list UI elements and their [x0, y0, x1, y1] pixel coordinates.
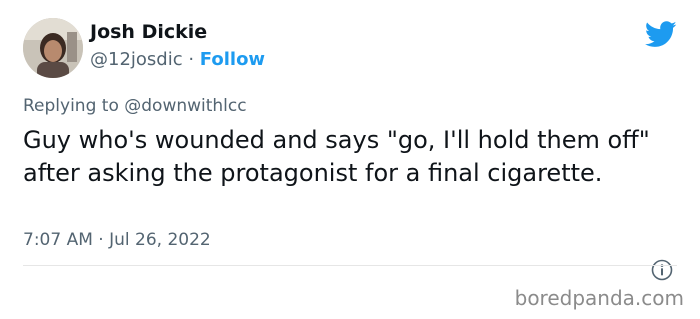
avatar[interactable]	[23, 18, 83, 78]
follow-button[interactable]: Follow	[200, 49, 265, 70]
avatar-image	[23, 18, 83, 78]
tweet-text: Guy who's wounded and says "go, I'll hol…	[23, 126, 650, 187]
author-name[interactable]: Josh Dickie	[90, 21, 207, 43]
divider	[23, 265, 677, 266]
watermark: boredpanda.com	[514, 286, 684, 310]
tweet-timestamp[interactable]: 7:07 AM · Jul 26, 2022	[23, 230, 211, 250]
author-handle[interactable]: @12josdic	[90, 49, 183, 70]
replying-to: Replying to @downwithlcc	[23, 96, 247, 116]
info-icon[interactable]	[651, 259, 673, 281]
tweet-card: Josh Dickie @12josdic · Follow Replying …	[0, 0, 700, 319]
author-handle-line: @12josdic · Follow	[90, 49, 265, 70]
replying-mention-link[interactable]: @downwithlcc	[124, 96, 246, 116]
handle-separator: ·	[182, 49, 200, 70]
replying-prefix: Replying to	[23, 96, 125, 116]
twitter-bird-icon[interactable]	[645, 21, 677, 48]
